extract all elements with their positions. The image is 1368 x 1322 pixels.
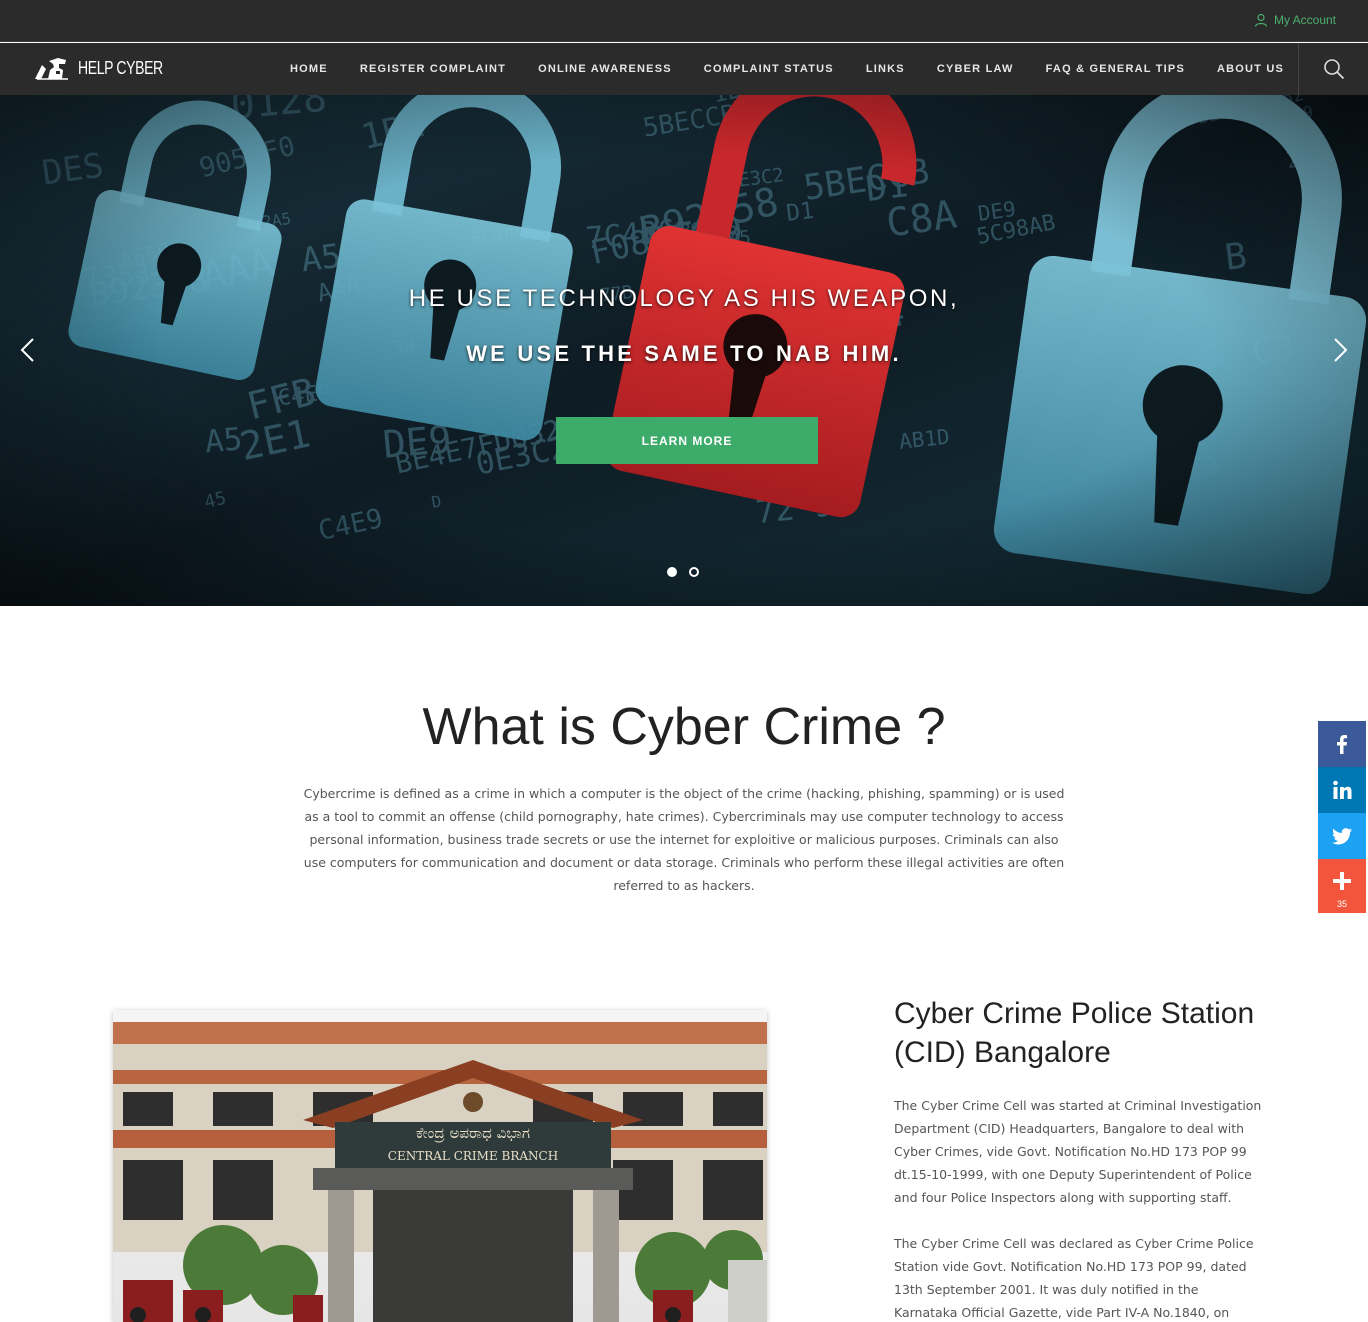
- station-paragraph-2: The Cyber Crime Cell was declared as Cyb…: [894, 1236, 1254, 1320]
- nav-cyber-law[interactable]: CYBER LAW: [921, 63, 1030, 75]
- hero-headline-2: WE USE THE SAME TO NAB HIM.: [466, 341, 902, 366]
- chevron-left-icon[interactable]: [16, 335, 40, 365]
- facebook-share-button[interactable]: [1318, 721, 1366, 767]
- search-icon: [1323, 59, 1344, 80]
- plus-icon: [1333, 872, 1351, 890]
- slider-dot-1[interactable]: [667, 567, 677, 577]
- primary-menu: HOME REGISTER COMPLAINT ONLINE AWARENESS…: [274, 43, 1300, 95]
- sign-english-text: CENTRAL CRIME BRANCH: [388, 1149, 558, 1163]
- facebook-icon: [1337, 735, 1347, 754]
- twitter-share-button[interactable]: [1318, 813, 1366, 859]
- my-account-label: My Account: [1273, 13, 1336, 27]
- logo-text: HELP CYBER: [78, 57, 163, 78]
- station-title: Cyber Crime Police Station (CID) Bangalo…: [894, 997, 1255, 1069]
- site-logo[interactable]: HELP CYBER: [32, 55, 187, 81]
- more-share-button[interactable]: 35: [1318, 859, 1366, 913]
- nav-about-us[interactable]: ABOUT US: [1201, 63, 1300, 75]
- hero-slider: 72 9277BD150973530128AAAF089C4E90E3C26C4…: [0, 95, 1368, 606]
- nav-faq-general-tips[interactable]: FAQ & GENERAL TIPS: [1030, 63, 1201, 75]
- my-account-link[interactable]: My Account: [1254, 13, 1336, 27]
- linkedin-share-button[interactable]: [1318, 767, 1366, 813]
- twitter-icon: [1332, 828, 1352, 845]
- hero-headline-1: HE USE TECHNOLOGY AS HIS WEAPON,: [408, 285, 960, 312]
- slider-dot-2[interactable]: [689, 567, 699, 577]
- top-bar: My Account: [0, 0, 1368, 42]
- chevron-right-icon[interactable]: [1328, 335, 1352, 365]
- share-count: 35: [1336, 899, 1347, 909]
- linkedin-icon: [1333, 780, 1352, 799]
- learn-more-button[interactable]: LEARN MORE: [556, 417, 818, 464]
- social-share-bar: 35: [1318, 721, 1366, 913]
- slider-dots: [667, 567, 699, 577]
- station-paragraph-1: The Cyber Crime Cell was started at Crim…: [894, 1098, 1262, 1205]
- nav-links[interactable]: LINKS: [850, 63, 921, 75]
- search-button[interactable]: [1298, 43, 1368, 95]
- nav-register-complaint[interactable]: REGISTER COMPLAINT: [344, 63, 522, 75]
- central-crime-branch-photo: ಕೇಂದ್ರ ಅಪರಾಧ ವಿಭಾಗ CENTRAL CRIME BRANCH: [113, 1010, 767, 1322]
- nav-complaint-status[interactable]: COMPLAINT STATUS: [688, 63, 850, 75]
- user-icon: [1254, 13, 1268, 27]
- nav-online-awareness[interactable]: ONLINE AWARENESS: [522, 63, 688, 75]
- sign-kannada-text: ಕೇಂದ್ರ ಅಪರಾಧ ವಿಭಾಗ: [416, 1124, 530, 1142]
- section-description: Cybercrime is defined as a crime in whic…: [303, 786, 1065, 893]
- section-title: What is Cyber Crime ?: [422, 698, 946, 756]
- hacker-logo-icon: [35, 58, 68, 80]
- nav-home[interactable]: HOME: [274, 63, 344, 75]
- main-navbar: HELP CYBER HOME REGISTER COMPLAINT ONLIN…: [0, 43, 1368, 95]
